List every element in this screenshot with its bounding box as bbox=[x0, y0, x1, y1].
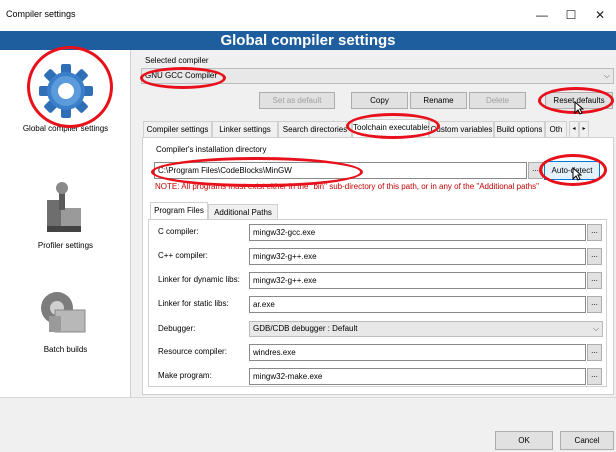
batch-builds-icon bbox=[41, 292, 86, 333]
minimize-button[interactable]: — bbox=[528, 4, 556, 26]
program-label-cpp-compiler: C++ compiler: bbox=[158, 251, 208, 260]
tab-linker-settings[interactable]: Linker settings bbox=[212, 121, 278, 137]
nav-label-global-compiler: Global compiler settings bbox=[22, 124, 109, 133]
install-note: NOTE: All programs must exist either in … bbox=[155, 182, 539, 191]
c-compiler-input[interactable]: mingw32-gcc.exe bbox=[249, 224, 586, 241]
browse-linker-dynamic-button[interactable]: ... bbox=[587, 272, 602, 289]
program-label-debugger: Debugger: bbox=[158, 324, 196, 333]
browse-cpp-compiler-button[interactable]: ... bbox=[587, 248, 602, 265]
program-label-linker-static: Linker for static libs: bbox=[158, 299, 229, 308]
set-as-default-button[interactable]: Set as default bbox=[259, 92, 335, 109]
page-title: Global compiler settings bbox=[0, 31, 616, 50]
browse-resource-compiler-button[interactable]: ... bbox=[587, 344, 602, 361]
nav-label-batch-builds: Batch builds bbox=[43, 345, 88, 354]
chevron-down-icon: ⌵ bbox=[592, 324, 599, 333]
debugger-value: GDB/CDB debugger : Default bbox=[253, 324, 358, 333]
tab-scroll-right-icon[interactable]: ▸ bbox=[579, 121, 589, 137]
tab-scroll-left-icon[interactable]: ◂ bbox=[569, 121, 579, 137]
resource-compiler-input[interactable]: windres.exe bbox=[249, 344, 586, 361]
tab-build-options[interactable]: Build options bbox=[494, 121, 545, 137]
browse-install-dir-button[interactable]: ... bbox=[528, 162, 543, 179]
cancel-button[interactable]: Cancel bbox=[560, 431, 614, 450]
nav-item-batch-builds[interactable]: Batch builds bbox=[1, 286, 130, 366]
tab-search-directories[interactable]: Search directories bbox=[278, 121, 352, 137]
maximize-button[interactable]: ☐ bbox=[557, 4, 585, 26]
make-program-input[interactable]: mingw32-make.exe bbox=[249, 368, 586, 385]
install-dir-label: Compiler's installation directory bbox=[156, 145, 267, 154]
selected-compiler-select[interactable]: GNU GCC Compiler ⌵ bbox=[141, 68, 614, 84]
program-label-resource-compiler: Resource compiler: bbox=[158, 347, 227, 356]
tab-custom-variables[interactable]: Custom variables bbox=[429, 121, 494, 137]
tab-toolchain-executables[interactable]: Toolchain executables bbox=[352, 119, 432, 137]
ok-button[interactable]: OK bbox=[495, 431, 553, 450]
tab-other[interactable]: Oth bbox=[545, 121, 567, 137]
nav-label-profiler: Profiler settings bbox=[37, 241, 94, 250]
program-label-linker-dynamic: Linker for dynamic libs: bbox=[158, 275, 240, 284]
nav-item-profiler[interactable]: Profiler settings bbox=[1, 172, 130, 268]
compiler-tabs: Compiler settings Linker settings Search… bbox=[143, 119, 614, 137]
browse-make-program-button[interactable]: ... bbox=[587, 368, 602, 385]
window-title: Compiler settings bbox=[6, 9, 76, 19]
copy-button[interactable]: Copy bbox=[351, 92, 408, 109]
install-dir-input[interactable]: C:\Program Files\CodeBlocks\MinGW bbox=[154, 162, 527, 179]
cursor-icon bbox=[574, 101, 584, 115]
debugger-select[interactable]: GDB/CDB debugger : Default ⌵ bbox=[249, 321, 603, 337]
linker-dynamic-input[interactable]: mingw32-g++.exe bbox=[249, 272, 586, 289]
program-label-c-compiler: C compiler: bbox=[158, 227, 199, 236]
browse-linker-static-button[interactable]: ... bbox=[587, 296, 602, 313]
browse-c-compiler-button[interactable]: ... bbox=[587, 224, 602, 241]
cursor-icon bbox=[572, 167, 582, 181]
selected-compiler-value: GNU GCC Compiler bbox=[145, 71, 218, 80]
chevron-down-icon: ⌵ bbox=[603, 71, 610, 80]
linker-static-input[interactable]: ar.exe bbox=[249, 296, 586, 313]
selected-compiler-label: Selected compiler bbox=[145, 56, 209, 65]
rename-button[interactable]: Rename bbox=[410, 92, 467, 109]
profiler-icon bbox=[47, 182, 81, 232]
tab-compiler-settings[interactable]: Compiler settings bbox=[143, 121, 212, 137]
title-bar: Compiler settings — ☐ ✕ bbox=[0, 0, 616, 31]
settings-nav: Global compiler settings Profiler settin… bbox=[1, 50, 130, 397]
cpp-compiler-input[interactable]: mingw32-g++.exe bbox=[249, 248, 586, 265]
subtab-program-files[interactable]: Program Files bbox=[150, 202, 208, 220]
program-label-make: Make program: bbox=[158, 371, 212, 380]
gear-icon bbox=[39, 64, 93, 118]
nav-item-global-compiler[interactable]: Global compiler settings bbox=[1, 54, 130, 150]
subtab-additional-paths[interactable]: Additional Paths bbox=[208, 204, 278, 220]
close-button[interactable]: ✕ bbox=[586, 4, 614, 26]
delete-button[interactable]: Delete bbox=[469, 92, 526, 109]
